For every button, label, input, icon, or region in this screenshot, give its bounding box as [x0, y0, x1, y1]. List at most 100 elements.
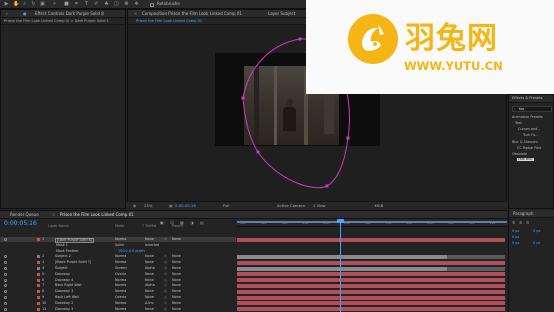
blend-mode-select[interactable]: Norma — [115, 289, 126, 293]
label-color-swatch[interactable] — [37, 296, 40, 299]
layer-name[interactable]: Subject 2 — [55, 254, 71, 258]
parent-pickwhip-icon[interactable]: ◎ — [164, 272, 167, 276]
label-color-swatch[interactable] — [37, 238, 40, 241]
graph-editor-icon[interactable]: ▤ — [200, 221, 204, 225]
layer-duration-bar[interactable] — [237, 289, 505, 294]
current-time[interactable]: 0:00:05:16 — [175, 204, 196, 208]
track-matte-select[interactable]: None — [145, 260, 154, 264]
label-color-swatch[interactable] — [37, 307, 40, 311]
camera-select[interactable]: Active Camera — [277, 204, 305, 208]
label-color-swatch[interactable] — [37, 301, 40, 305]
label-color-swatch[interactable] — [37, 261, 40, 265]
mask-vertex[interactable] — [241, 96, 245, 100]
layer-duration-bar-out[interactable] — [447, 254, 505, 259]
indent-right[interactable]: 0 px — [533, 229, 540, 233]
tab-effects-presets[interactable]: Effects & Presets — [512, 96, 542, 101]
layer-row[interactable]: 9 Back Left Wall Overla None ◎ None — [0, 295, 236, 300]
resolution-select[interactable]: Full — [223, 204, 230, 208]
col-trkmat[interactable]: T TrkMat — [142, 224, 156, 228]
layer-name[interactable]: Doorway 4 — [55, 278, 73, 282]
parent-pickwhip-icon[interactable]: ◎ — [164, 295, 167, 299]
layer-name[interactable]: Doorway 3 — [55, 307, 73, 311]
parent-select[interactable]: None — [172, 283, 181, 287]
label-color-swatch[interactable] — [37, 272, 40, 276]
parent-select[interactable]: None — [172, 266, 181, 270]
label-color-swatch[interactable] — [37, 255, 40, 259]
layer-duration-bar-out[interactable] — [447, 266, 505, 271]
layer-name[interactable]: Mask Feather — [56, 249, 79, 253]
tab-timeline-comp[interactable]: Prison the Film Look Linked Comp 01 — [60, 213, 134, 217]
mask-vertex[interactable] — [298, 37, 302, 41]
exposure-value[interactable]: +0.0 — [374, 204, 383, 208]
track-matte-select[interactable]: None — [145, 289, 154, 293]
layer-property-row[interactable]: Mask Feather 100.0,0.0 pixels — [0, 249, 236, 254]
blend-mode-select[interactable]: Norma — [115, 260, 126, 264]
visibility-eye-icon[interactable] — [4, 307, 7, 311]
label-color-swatch[interactable] — [37, 284, 40, 288]
motion-blur-icon[interactable]: ◑ — [190, 221, 194, 225]
track-matte-select[interactable]: Alpha — [145, 266, 155, 270]
indent-first[interactable]: 0 px — [512, 235, 519, 239]
tree-item[interactable]: CC Radial Fast — [517, 146, 541, 150]
parent-select[interactable]: None — [172, 307, 181, 311]
layer-name[interactable]: Doorway — [55, 272, 70, 276]
layer-row[interactable]: 3 [Black Purple Solid 7] Norma None ◎ None — [0, 260, 236, 265]
layer-row[interactable]: 7 Back Right Wall Norma Alpha ◎ None — [0, 283, 236, 288]
layer-duration-bar[interactable] — [237, 301, 505, 306]
layer-name[interactable]: Back Left Wall — [55, 295, 79, 299]
track-matte-select[interactable]: None — [145, 272, 154, 276]
layer-name[interactable]: Mask 1 — [56, 243, 68, 247]
space-after[interactable]: 0 px — [533, 241, 540, 245]
layer-row[interactable]: 8 Doorway 3 Norma None ◎ None — [0, 289, 236, 294]
mask-vertex[interactable] — [256, 150, 260, 154]
blend-mode-select[interactable]: Overla — [115, 272, 126, 276]
close-icon[interactable]: × — [52, 213, 55, 217]
visibility-eye-icon[interactable] — [4, 255, 7, 259]
track-matte-select[interactable]: None — [145, 254, 154, 258]
draft-3d-icon[interactable]: ▣ — [160, 221, 164, 225]
layer-row[interactable]: 10 Doorway 2 Norma A.Inv ◎ None — [0, 301, 236, 306]
layer-duration-bar[interactable] — [237, 237, 505, 242]
blend-mode-select[interactable]: Norma — [115, 301, 126, 305]
label-color-swatch[interactable] — [37, 278, 40, 282]
layer-name[interactable]: Back Right Wall — [55, 283, 81, 287]
tab-render-queue[interactable]: Render Queue — [10, 213, 39, 217]
parent-pickwhip-icon[interactable]: ◎ — [164, 254, 167, 258]
tree-item[interactable]: Obsolete — [512, 152, 527, 156]
layer-row[interactable]: 1 [Dark Purple Solid 8] Norma None ◎ None — [0, 237, 236, 244]
visibility-eye-icon[interactable] — [4, 267, 7, 270]
mask-vertex[interactable] — [325, 184, 329, 188]
track-matte-select[interactable]: A.Inv — [145, 301, 154, 305]
parent-select[interactable]: None — [172, 237, 181, 241]
always-preview-icon[interactable]: ◉ — [133, 204, 136, 208]
snapshot-icon[interactable]: ▣ — [169, 204, 173, 208]
layer-name[interactable]: Doorway 2 — [55, 301, 73, 305]
parent-pickwhip-icon[interactable]: ◎ — [164, 289, 167, 293]
blend-mode-select[interactable]: 100.0,0.0 pixels — [118, 249, 145, 253]
parent-pickwhip-icon[interactable]: ◎ — [164, 260, 167, 264]
visibility-eye-icon[interactable] — [4, 301, 7, 305]
view-layout-select[interactable]: 1 View — [313, 204, 326, 208]
parent-pickwhip-icon[interactable]: ◎ — [164, 283, 167, 287]
parent-pickwhip-icon[interactable]: ◎ — [164, 307, 167, 311]
parent-pickwhip-icon[interactable]: ◎ — [164, 266, 167, 270]
layer-property-row[interactable]: Mask 1 Subtr Inverted — [0, 243, 236, 248]
blend-mode-select[interactable]: Norma — [115, 278, 126, 282]
track-matte-select[interactable]: None — [145, 295, 154, 299]
align-left-icon[interactable]: ☰ — [512, 221, 515, 226]
playhead-handle[interactable] — [337, 219, 344, 223]
layer-duration-bar[interactable] — [237, 278, 505, 283]
track-matte-select[interactable]: Inverted — [145, 243, 159, 247]
layer-name[interactable]: Doorway 3 — [55, 289, 73, 293]
blend-mode-select[interactable]: Norma — [115, 307, 126, 311]
timeline-timecode[interactable]: 0:00:05:16 — [4, 221, 37, 227]
parent-select[interactable]: None — [172, 254, 181, 258]
parent-pickwhip-icon[interactable]: ◎ — [164, 237, 167, 241]
indent-left[interactable]: 0 px — [512, 229, 519, 233]
visibility-eye-icon[interactable] — [4, 272, 7, 276]
playhead[interactable] — [340, 219, 341, 312]
col-layer-name[interactable]: Layer Name — [48, 224, 69, 228]
layer-row[interactable]: 4 Subject Screen Alpha ◎ None — [0, 266, 236, 271]
track-matte-select[interactable]: Alpha — [145, 283, 155, 287]
blend-mode-select[interactable]: Norma — [115, 237, 126, 241]
